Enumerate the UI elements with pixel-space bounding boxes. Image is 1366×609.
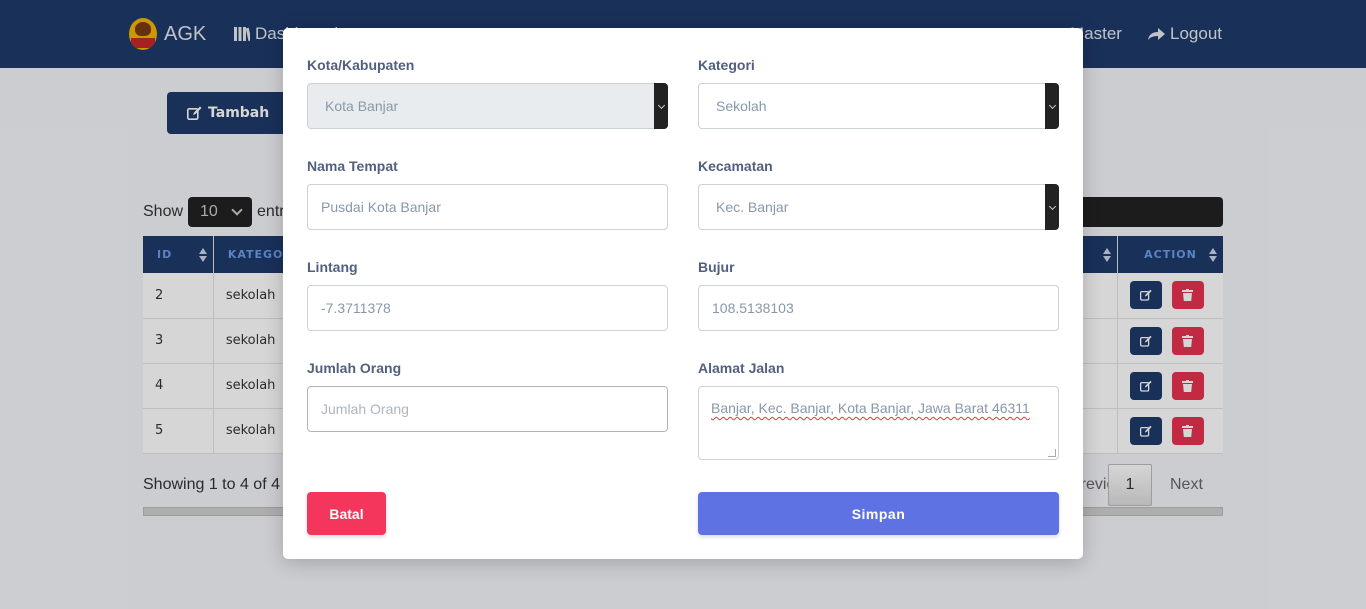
lintang-value: -7.3711378 [321,300,391,316]
save-button[interactable]: Simpan [698,492,1059,535]
kecamatan-value: Kec. Banjar [716,199,789,215]
lintang-input[interactable]: -7.3711378 [307,285,668,331]
nama-tempat-label: Nama Tempat [307,158,398,174]
bujur-value: 108.5138103 [712,300,794,316]
kecamatan-label: Kecamatan [698,158,773,174]
kategori-select[interactable]: Sekolah [698,83,1059,129]
chevron-down-icon [654,83,668,129]
alamat-textarea[interactable]: Banjar, Kec. Banjar, Kota Banjar, Jawa B… [698,386,1059,460]
kategori-value: Sekolah [716,98,767,114]
nama-tempat-input[interactable]: Pusdai Kota Banjar [307,184,668,230]
kategori-label: Kategori [698,57,755,73]
bujur-label: Bujur [698,259,735,275]
alamat-label: Alamat Jalan [698,360,785,376]
edit-location-modal: Kota/Kabupaten Kota Banjar Kategori Seko… [283,28,1083,559]
chevron-down-icon [1045,83,1059,129]
kecamatan-select[interactable]: Kec. Banjar [698,184,1059,230]
jumlah-orang-placeholder: Jumlah Orang [321,401,409,417]
jumlah-orang-label: Jumlah Orang [307,360,402,376]
nama-tempat-value: Pusdai Kota Banjar [321,199,441,215]
cancel-button[interactable]: Batal [307,492,386,535]
bujur-input[interactable]: 108.5138103 [698,285,1059,331]
alamat-value: Banjar, Kec. Banjar, Kota Banjar, Jawa B… [711,400,1030,416]
lintang-label: Lintang [307,259,358,275]
kota-value: Kota Banjar [325,98,399,114]
resize-handle-icon[interactable] [1048,449,1056,457]
kota-select[interactable]: Kota Banjar [307,83,668,129]
kota-label: Kota/Kabupaten [307,57,415,73]
chevron-down-icon [1045,184,1059,230]
jumlah-orang-input[interactable]: Jumlah Orang [307,386,668,432]
